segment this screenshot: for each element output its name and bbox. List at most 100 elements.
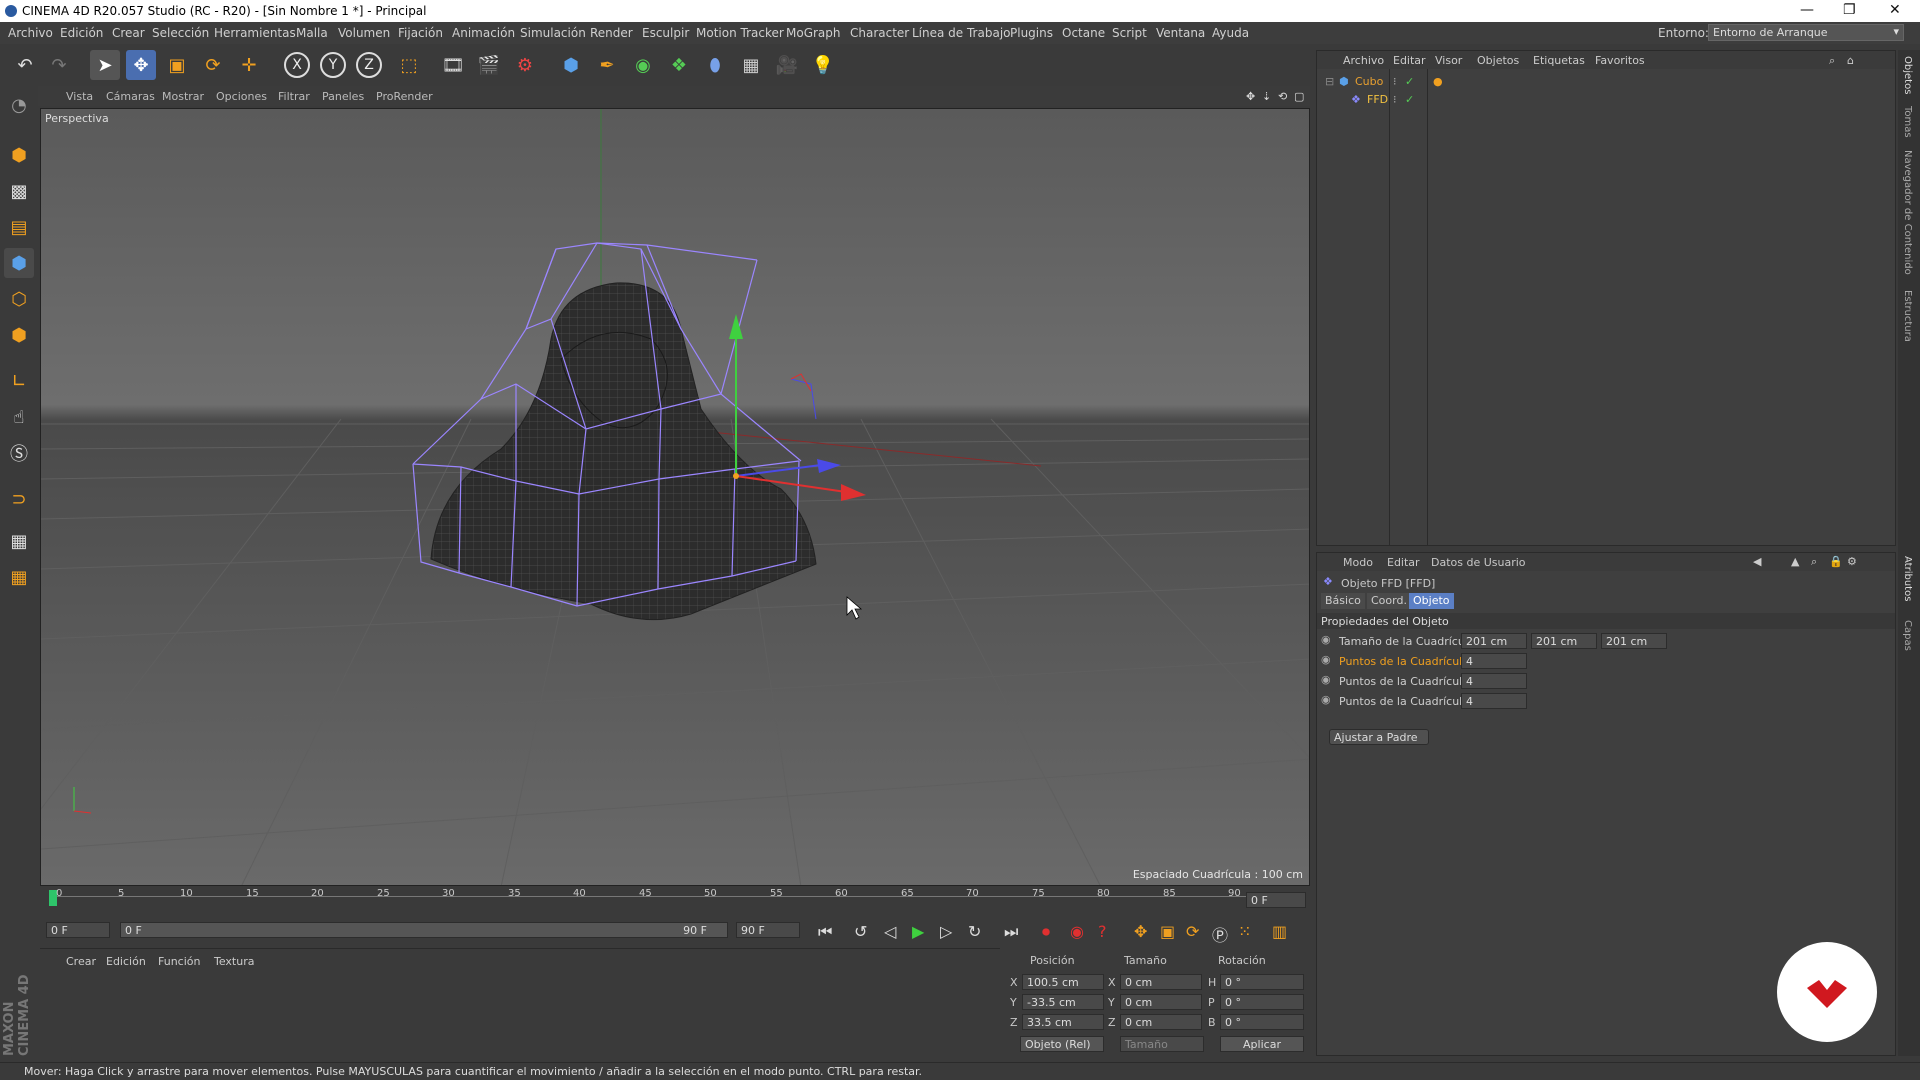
radio-icon[interactable]: ◉: [1321, 653, 1331, 666]
viewport-menu-filtrar[interactable]: Filtrar: [278, 90, 310, 103]
model-mode-icon[interactable]: ⬢: [4, 140, 34, 170]
keyframe-selection-icon[interactable]: ?: [1098, 922, 1107, 941]
menu-ayuda[interactable]: Ayuda: [1212, 26, 1249, 40]
gizmo-center[interactable]: [733, 473, 739, 479]
current-frame-field[interactable]: 0 F: [1246, 892, 1306, 908]
apply-button[interactable]: Aplicar: [1220, 1036, 1304, 1052]
expand-icon[interactable]: ⊟: [1325, 75, 1334, 88]
polygons-mode-icon[interactable]: ⬢: [4, 320, 34, 350]
x-axis-icon[interactable]: X: [284, 52, 310, 78]
menu-edicion[interactable]: Edición: [60, 26, 103, 40]
go-to-start-icon[interactable]: ⏮: [818, 922, 832, 942]
radio-icon[interactable]: ◉: [1321, 633, 1331, 646]
side-tab-capas[interactable]: Capas: [1902, 620, 1913, 651]
next-key-icon[interactable]: ↻: [968, 922, 981, 941]
viewport-menu-opciones[interactable]: Opciones: [216, 90, 267, 103]
menu-fijacion[interactable]: Fijación: [398, 26, 443, 40]
attr-menu-editar[interactable]: Editar: [1387, 556, 1420, 569]
pos-z-field[interactable]: 33.5 cm: [1022, 1014, 1104, 1030]
coord-mode-select[interactable]: Objeto (Rel): [1020, 1036, 1104, 1052]
redo-icon[interactable]: ↷: [44, 50, 74, 80]
radio-icon[interactable]: ◉: [1321, 673, 1331, 686]
render-view-icon[interactable]: 🎞: [438, 50, 468, 80]
size-z-field[interactable]: 0 cm: [1120, 1014, 1202, 1030]
tab-objeto[interactable]: Objeto: [1409, 593, 1454, 609]
fit-to-parent-button[interactable]: Ajustar a Padre: [1329, 729, 1429, 745]
material-menu-edicion[interactable]: Edición: [106, 955, 146, 968]
key-position-icon[interactable]: ✥: [1134, 922, 1147, 941]
planar-workplane-icon[interactable]: ▦: [4, 562, 34, 592]
visibility-toggle-icon[interactable]: ⁝: [1393, 75, 1397, 88]
restore-button[interactable]: ❐: [1843, 2, 1856, 18]
menu-character[interactable]: Character: [850, 26, 909, 40]
viewport-3d[interactable]: Perspectiva Espaciado Cuadrícula : 100 c…: [40, 108, 1310, 886]
menu-script[interactable]: Script: [1112, 26, 1147, 40]
move-tool-icon[interactable]: ✥: [126, 50, 156, 80]
texture-mode-icon[interactable]: ▩: [4, 176, 34, 206]
menu-crear[interactable]: Crear: [112, 26, 145, 40]
enabled-check-icon[interactable]: ✓: [1405, 93, 1414, 106]
size-mode-select[interactable]: Tamaño: [1120, 1036, 1204, 1052]
y-axis-icon[interactable]: Y: [320, 52, 346, 78]
grid-size-z-field[interactable]: 201 cm: [1601, 633, 1667, 649]
search-icon[interactable]: ⌕: [1829, 54, 1835, 68]
deformer-icon[interactable]: ⬮: [700, 50, 730, 80]
menu-volumen[interactable]: Volumen: [338, 26, 390, 40]
material-menu-textura[interactable]: Textura: [214, 955, 254, 968]
points-y-field[interactable]: 4: [1461, 673, 1527, 689]
lock-workplane-icon[interactable]: ▦: [4, 526, 34, 556]
snap-icon[interactable]: Ⓢ: [4, 438, 34, 468]
radio-icon[interactable]: ◉: [1321, 693, 1331, 706]
render-picture-viewer-icon[interactable]: 🎬: [474, 50, 504, 80]
up-arrow-icon[interactable]: ▲: [1791, 555, 1799, 568]
menu-simulacion[interactable]: Simulación: [520, 26, 586, 40]
pen-spline-icon[interactable]: ✒: [592, 50, 622, 80]
rot-h-field[interactable]: 0 °: [1220, 974, 1304, 990]
menu-mograph[interactable]: MoGraph: [786, 26, 841, 40]
viewport-menu-paneles[interactable]: Paneles: [322, 90, 364, 103]
viewport-menu-mostrar[interactable]: Mostrar: [162, 90, 204, 103]
viewport-move-icon[interactable]: ✥: [1246, 90, 1255, 103]
make-editable-icon[interactable]: ◔: [4, 90, 34, 120]
scale-tool-icon[interactable]: ▣: [162, 50, 192, 80]
cloner-icon[interactable]: ❖: [664, 50, 694, 80]
pos-y-field[interactable]: -33.5 cm: [1022, 994, 1104, 1010]
magnet-icon[interactable]: ⊃: [4, 484, 34, 514]
attr-menu-datos-usuario[interactable]: Datos de Usuario: [1431, 556, 1526, 569]
search-icon[interactable]: ⌕: [1811, 555, 1817, 569]
end-frame-field[interactable]: 90 F: [736, 922, 800, 938]
select-arrow-icon[interactable]: ➤: [90, 50, 120, 80]
camera-icon[interactable]: 🎥: [772, 50, 802, 80]
menu-motion-tracker[interactable]: Motion Tracker: [696, 26, 784, 40]
menu-plugins[interactable]: Plugins: [1010, 26, 1053, 40]
size-x-field[interactable]: 0 cm: [1120, 974, 1202, 990]
viewport-menu-prorender[interactable]: ProRender: [376, 90, 433, 103]
pos-x-field[interactable]: 100.5 cm: [1022, 974, 1104, 990]
play-icon[interactable]: ▶: [912, 922, 924, 941]
previous-key-icon[interactable]: ↺: [854, 922, 867, 941]
back-arrow-icon[interactable]: ◀: [1753, 555, 1761, 568]
cube-primitive-icon[interactable]: ⬢: [556, 50, 586, 80]
lock-icon[interactable]: 🔒: [1829, 555, 1843, 568]
axis-mode-icon[interactable]: ∟: [4, 366, 34, 396]
edges-mode-icon[interactable]: ⬡: [4, 284, 34, 314]
home-icon[interactable]: ⌂: [1847, 54, 1854, 67]
side-tab-tomas[interactable]: Tomas: [1902, 106, 1913, 138]
subdivision-icon[interactable]: ◉: [628, 50, 658, 80]
key-pla-icon[interactable]: ⁙: [1238, 922, 1251, 941]
menu-linea-de-trabajo[interactable]: Línea de Trabajo: [912, 26, 1011, 40]
tag-icon[interactable]: ●: [1433, 75, 1443, 88]
tab-basico[interactable]: Básico: [1321, 593, 1365, 609]
material-menu-crear[interactable]: Crear: [66, 955, 96, 968]
timeline-ruler[interactable]: 0 5 10 15 20 25 30 35 40 45 50 55 60 65 …: [40, 886, 1310, 916]
obj-menu-etiquetas[interactable]: Etiquetas: [1533, 54, 1585, 67]
rot-p-field[interactable]: 0 °: [1220, 994, 1304, 1010]
side-tab-atributos[interactable]: Atributos: [1902, 556, 1913, 601]
timeline-settings-icon[interactable]: ▥: [1272, 922, 1287, 941]
object-name-cubo[interactable]: Cubo: [1355, 75, 1383, 88]
menu-herramientas[interactable]: Herramientas: [214, 26, 296, 40]
points-x-field[interactable]: 4: [1461, 653, 1527, 669]
tweak-mode-icon[interactable]: ☝: [4, 402, 34, 432]
grid-size-x-field[interactable]: 201 cm: [1461, 633, 1527, 649]
environment-select[interactable]: Entorno de Arranque ▾: [1708, 24, 1904, 41]
